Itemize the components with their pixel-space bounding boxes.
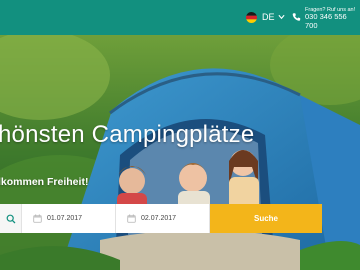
- search-submit-button[interactable]: Suche: [210, 204, 322, 233]
- departure-date-field[interactable]: 02.07.2017: [116, 204, 210, 233]
- contact-phone[interactable]: Fragen? Ruf uns an! 030 346 556 700: [305, 7, 360, 31]
- calendar-icon: [127, 214, 136, 223]
- language-label: DE: [262, 12, 275, 22]
- departure-date-value: 02.07.2017: [141, 215, 177, 222]
- arrival-date-field[interactable]: 01.07.2017: [22, 204, 116, 233]
- arrival-date-value: 01.07.2017: [47, 215, 83, 222]
- phone-number[interactable]: 030 346 556 700: [305, 12, 360, 30]
- phone-icon: [292, 13, 301, 21]
- hero-subline: lkommen Freiheit!: [0, 176, 89, 188]
- top-header: DE Fragen? Ruf uns an! 030 346 556 700: [0, 0, 360, 35]
- booking-search-bar: 01.07.2017 02.07.2017 Suche: [0, 204, 322, 233]
- hero-banner: hönsten Campingplätze lkommen Freiheit! …: [0, 35, 360, 270]
- location-search-field[interactable]: [0, 204, 22, 233]
- search-icon: [6, 214, 15, 223]
- calendar-icon: [33, 214, 42, 223]
- hero-background-image: [0, 35, 360, 270]
- language-selector[interactable]: DE: [246, 11, 285, 23]
- german-flag-icon: [246, 11, 257, 23]
- chevron-down-icon: [277, 14, 285, 20]
- hero-headline: hönsten Campingplätze: [0, 121, 255, 148]
